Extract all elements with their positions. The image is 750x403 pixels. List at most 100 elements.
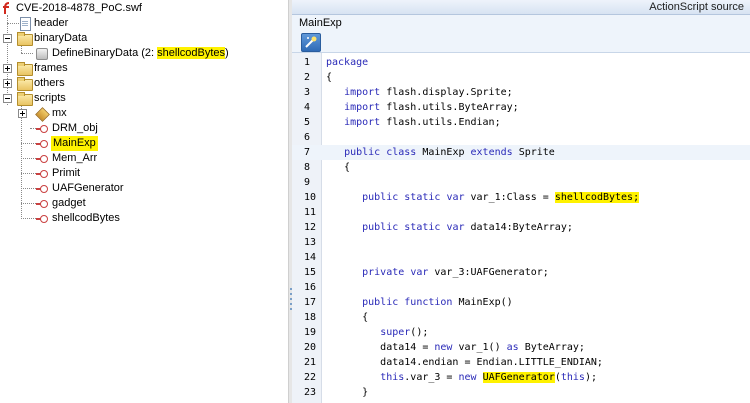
code-line[interactable]: 17 public function MainExp(): [292, 295, 750, 310]
package-icon: [35, 107, 50, 122]
code-line[interactable]: 22 this.var_3 = new UAFGenerator(this);: [292, 370, 750, 385]
tree-item-others[interactable]: others: [0, 76, 288, 91]
tree-item-definebinarydata[interactable]: DefineBinaryData (2: shellcodBytes): [0, 46, 288, 61]
tree-item-class[interactable]: gadget: [0, 196, 288, 211]
tree-item-class[interactable]: UAFGenerator: [0, 181, 288, 196]
code-line[interactable]: 23 }: [292, 385, 750, 400]
code-line[interactable]: 10 public static var var_1:Class = shell…: [292, 190, 750, 205]
tree-item-label: scripts: [34, 92, 66, 104]
tree-item-class[interactable]: Mem_Arr: [0, 151, 288, 166]
tree-item-frames[interactable]: frames: [0, 61, 288, 76]
binary-data-icon: [36, 48, 48, 60]
code-line[interactable]: 1 package: [292, 55, 750, 70]
tree-item-binarydata[interactable]: binaryData: [0, 31, 288, 46]
tree-item-class[interactable]: Primit: [0, 166, 288, 181]
line-number: 14: [304, 252, 317, 263]
panel-title: ActionScript source: [649, 1, 744, 13]
line-number: 20: [304, 342, 317, 353]
tree-item-header[interactable]: header: [0, 16, 288, 31]
tree-item-label: MainExp: [51, 136, 98, 151]
code-text: }: [326, 387, 369, 398]
tree-item-label: shellcodBytes: [52, 212, 120, 224]
line-number: 10: [304, 192, 317, 203]
tree-item-class[interactable]: DRM_obj: [0, 121, 288, 136]
deobfuscate-button[interactable]: [301, 33, 321, 52]
code-line[interactable]: 18 {: [292, 310, 750, 325]
code-line[interactable]: 20 data14 = new var_1() as ByteArray;: [292, 340, 750, 355]
code-line[interactable]: 8 {: [292, 160, 750, 175]
code-text: {: [326, 72, 333, 83]
tree-item-mx[interactable]: mx: [0, 106, 288, 122]
tree-item-label: DRM_obj: [52, 122, 98, 134]
tree-root[interactable]: CVE-2018-4878_PoC.swf: [0, 1, 288, 16]
tree-root-label: CVE-2018-4878_PoC.swf: [16, 2, 142, 14]
code-editor[interactable]: 1 package 2{3 import flash.display.Sprite;…: [292, 53, 750, 403]
folder-open-icon: [17, 92, 33, 106]
line-number: 6: [304, 132, 311, 143]
code-line[interactable]: 5 import flash.utils.Endian;: [292, 115, 750, 130]
code-line[interactable]: 6: [292, 130, 750, 145]
tree-item-label: binaryData: [34, 32, 88, 44]
line-number: 15: [304, 267, 317, 278]
class-icon: [36, 154, 48, 164]
source-toolbar: MainExp: [292, 15, 750, 53]
code-line[interactable]: 13: [292, 235, 750, 250]
line-number: 21: [304, 357, 317, 368]
code-line[interactable]: 2{: [292, 70, 750, 85]
search-highlight: UAFGenerator: [482, 372, 555, 383]
line-number: 12: [304, 222, 317, 233]
code-text: public class MainExp extends Sprite: [344, 147, 555, 158]
code-line[interactable]: 7 public class MainExp extends Sprite: [292, 145, 750, 160]
code-text: public static var data14:ByteArray;: [362, 222, 573, 233]
code-text: this.var_3 = new UAFGenerator(this);: [380, 372, 597, 383]
line-number: 22: [304, 372, 317, 383]
line-number: 17: [304, 297, 317, 308]
tree-item-class-selected[interactable]: MainExp: [0, 136, 288, 151]
code-text: public static var var_1:Class = shellcod…: [362, 192, 640, 203]
code-line[interactable]: 3 import flash.display.Sprite;: [292, 85, 750, 100]
class-icon: [36, 169, 48, 179]
code-line[interactable]: 21 data14.endian = Endian.LITTLE_ENDIAN;: [292, 355, 750, 370]
expand-icon[interactable]: [18, 109, 27, 118]
class-name-label: MainExp: [299, 17, 342, 29]
class-icon: [36, 124, 48, 134]
line-number: 1: [304, 57, 311, 68]
source-panel: ActionScript source MainExp 1 package 2{3 …: [292, 0, 750, 403]
tree-item-scripts[interactable]: scripts: [0, 91, 288, 106]
tree-item-label: Primit: [52, 167, 81, 179]
line-number: 16: [304, 282, 317, 293]
expand-icon[interactable]: [3, 64, 12, 73]
class-icon: [36, 139, 48, 149]
line-number: 13: [304, 237, 317, 248]
expand-icon[interactable]: [3, 79, 12, 88]
code-line[interactable]: 14: [292, 250, 750, 265]
code-line[interactable]: 4 import flash.utils.ByteArray;: [292, 100, 750, 115]
code-text: data14.endian = Endian.LITTLE_ENDIAN;: [326, 357, 603, 368]
tree-item-label: mx: [52, 107, 67, 119]
code-line[interactable]: 12 public static var data14:ByteArray;: [292, 220, 750, 235]
code-line[interactable]: 16: [292, 280, 750, 295]
search-highlight: shellcodBytes;: [554, 192, 640, 203]
line-number: 5: [304, 117, 311, 128]
code-line[interactable]: 9: [292, 175, 750, 190]
code-text: package: [326, 57, 369, 68]
code-line[interactable]: 15 private var var_3:UAFGenerator;: [292, 265, 750, 280]
tree-item-label: header: [34, 17, 69, 29]
class-icon: [36, 214, 48, 224]
code-line[interactable]: 11: [292, 205, 750, 220]
line-number: 4: [304, 102, 311, 113]
collapse-icon[interactable]: [3, 34, 12, 43]
tree-item-label: Mem_Arr: [52, 152, 98, 164]
line-number: 7: [304, 147, 311, 158]
collapse-icon[interactable]: [3, 94, 12, 103]
tree-item-label: UAFGenerator: [52, 182, 124, 194]
tree-item-class[interactable]: shellcodBytes: [0, 211, 288, 226]
code-text: {: [326, 162, 351, 173]
code-text: {: [326, 312, 369, 323]
line-number: 9: [304, 177, 311, 188]
tree-item-label: DefineBinaryData (2: shellcodBytes): [52, 47, 229, 59]
code-line[interactable]: 19 super();: [292, 325, 750, 340]
line-number: 18: [304, 312, 317, 323]
line-number: 19: [304, 327, 317, 338]
class-icon: [36, 184, 48, 194]
